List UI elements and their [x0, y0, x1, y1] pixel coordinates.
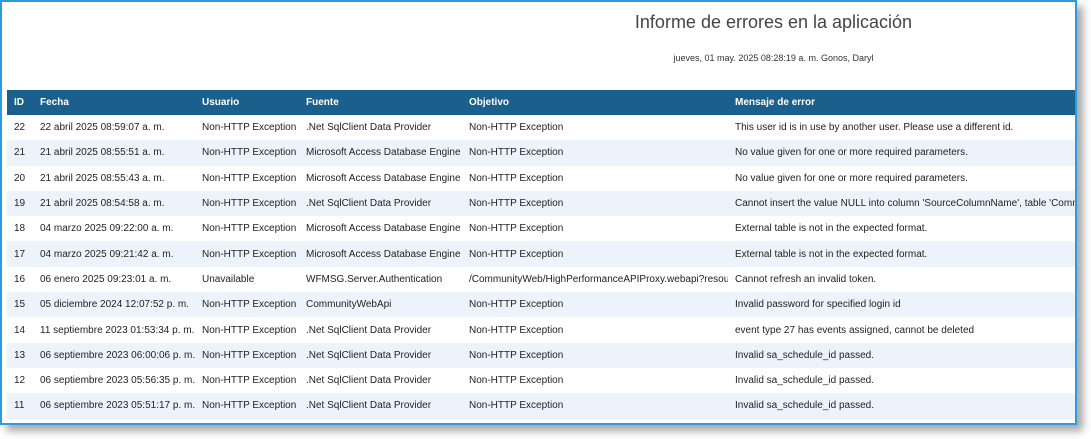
cell-objetivo: Non-HTTP Exception: [462, 115, 728, 141]
cell-fecha: 04 marzo 2025 09:22:00 a. m.: [33, 216, 195, 242]
cell-id: 19: [7, 190, 33, 217]
table-row[interactable]: 11 06 septiembre 2023 05:51:17 p. m. Non-H…: [7, 393, 1075, 419]
cell-mensaje: Invalid sa_schedule_id passed.: [728, 393, 1075, 419]
report-window: Informe de errores en la aplicación juev…: [0, 0, 1077, 425]
cell-id: 14: [7, 317, 33, 343]
cell-objetivo: Non-HTTP Exception: [462, 367, 728, 394]
cell-usuario: Non-HTTP Exception: [195, 165, 299, 191]
cell-fecha: 06 septiembre 2023 05:51:17 p. m.: [33, 393, 195, 419]
column-header-id[interactable]: ID: [7, 90, 33, 115]
table-row[interactable]: 17 04 marzo 2025 09:21:42 a. m. Non-HTTP E…: [7, 241, 1075, 267]
table-row[interactable]: 20 21 abril 2025 08:55:43 a. m. Non-HTTP E…: [7, 165, 1075, 191]
cell-objetivo: Non-HTTP Exception: [462, 241, 728, 267]
cell-mensaje: External table is not in the expected fo…: [728, 216, 1075, 242]
cell-mensaje: This user id is in use by another user. …: [728, 115, 1075, 141]
cell-id: 18: [7, 216, 33, 242]
cell-fecha: 11 septiembre 2023 01:53:34 p. m.: [33, 317, 195, 343]
table-row[interactable]: 19 21 abril 2025 08:54:58 a. m. Non-HTTP E…: [7, 190, 1075, 217]
column-header-usuario[interactable]: Usuario: [195, 90, 299, 115]
cell-id: 17: [7, 241, 33, 267]
cell-objetivo: Non-HTTP Exception: [462, 292, 728, 318]
cell-objetivo: Non-HTTP Exception: [462, 317, 728, 343]
cell-usuario: Non-HTTP Exception: [195, 115, 299, 141]
cell-fuente: Microsoft Access Database Engine: [299, 216, 462, 242]
cell-fecha: 22 abril 2025 08:59:07 a. m.: [33, 115, 195, 141]
cell-usuario: Non-HTTP Exception: [195, 393, 299, 419]
error-table-container: ID Fecha Usuario Fuente Objetivo Mensaje…: [7, 90, 1075, 419]
cell-fuente: .Net SqlClient Data Provider: [299, 190, 462, 217]
cell-fecha: 04 marzo 2025 09:21:42 a. m.: [33, 241, 195, 267]
table-row[interactable]: 13 06 septiembre 2023 06:00:06 p. m. Non-H…: [7, 342, 1075, 368]
cell-id: 21: [7, 140, 33, 166]
cell-fuente: .Net SqlClient Data Provider: [299, 342, 462, 368]
column-header-objetivo[interactable]: Objetivo: [462, 90, 728, 115]
cell-fecha: 21 abril 2025 08:54:58 a. m.: [33, 190, 195, 217]
cell-mensaje: Invalid sa_schedule_id passed.: [728, 367, 1075, 394]
cell-fecha: 06 septiembre 2023 06:00:06 p. m.: [33, 342, 195, 368]
cell-usuario: Non-HTTP Exception: [195, 190, 299, 217]
cell-usuario: Non-HTTP Exception: [195, 342, 299, 368]
cell-objetivo: /CommunityWeb/HighPerformanceAPIProxy.we…: [462, 266, 728, 293]
cell-objetivo: Non-HTTP Exception: [462, 140, 728, 166]
table-row[interactable]: 18 04 marzo 2025 09:22:00 a. m. Non-HTTP E…: [7, 216, 1075, 242]
table-row[interactable]: 12 06 septiembre 2023 05:56:35 p. m. Non-H…: [7, 367, 1075, 394]
error-table: ID Fecha Usuario Fuente Objetivo Mensaje…: [7, 90, 1075, 419]
cell-id: 13: [7, 342, 33, 368]
cell-usuario: Non-HTTP Exception: [195, 140, 299, 166]
cell-fuente: WFMSG.Server.Authentication: [299, 266, 462, 293]
cell-objetivo: Non-HTTP Exception: [462, 190, 728, 217]
report-subtitle: jueves, 01 may. 2025 08:28:19 a. m. Gono…: [673, 53, 874, 63]
cell-mensaje: Invalid sa_schedule_id passed.: [728, 342, 1075, 368]
cell-fuente: .Net SqlClient Data Provider: [299, 317, 462, 343]
cell-usuario: Non-HTTP Exception: [195, 292, 299, 318]
cell-id: 12: [7, 367, 33, 394]
cell-id: 20: [7, 165, 33, 191]
table-row[interactable]: 15 05 diciembre 2024 12:07:52 p. m. Non-HT…: [7, 292, 1075, 318]
table-body: 22 22 abril 2025 08:59:07 a. m. Non-HTTP E…: [7, 115, 1075, 419]
cell-id: 22: [7, 115, 33, 141]
report-title: Informe de errores en la aplicación: [634, 12, 913, 32]
cell-fuente: Microsoft Access Database Engine: [299, 140, 462, 166]
cell-mensaje: event type 27 has events assigned, canno…: [728, 317, 1075, 343]
cell-mensaje: Cannot refresh an invalid token.: [728, 266, 1075, 293]
column-header-fuente[interactable]: Fuente: [299, 90, 462, 115]
cell-usuario: Non-HTTP Exception: [195, 317, 299, 343]
cell-fecha: 06 enero 2025 09:23:01 a. m.: [33, 266, 195, 293]
table-row[interactable]: 22 22 abril 2025 08:59:07 a. m. Non-HTTP E…: [7, 115, 1075, 141]
table-header-row: ID Fecha Usuario Fuente Objetivo Mensaje…: [7, 90, 1075, 115]
cell-usuario: Unavailable: [195, 266, 299, 293]
cell-id: 15: [7, 292, 33, 318]
table-row[interactable]: 21 21 abril 2025 08:55:51 a. m. Non-HTTP E…: [7, 140, 1075, 166]
column-header-mensaje[interactable]: Mensaje de error: [728, 90, 1075, 115]
cell-mensaje: No value given for one or more required …: [728, 165, 1075, 191]
cell-objetivo: Non-HTTP Exception: [462, 216, 728, 242]
cell-usuario: Non-HTTP Exception: [195, 241, 299, 267]
table-row[interactable]: 16 06 enero 2025 09:23:01 a. m. Unavailabl…: [7, 266, 1075, 293]
cell-id: 11: [7, 393, 33, 419]
cell-fuente: Microsoft Access Database Engine: [299, 165, 462, 191]
column-header-fecha[interactable]: Fecha: [33, 90, 195, 115]
cell-mensaje: Invalid password for specified login id: [728, 292, 1075, 318]
cell-fuente: .Net SqlClient Data Provider: [299, 115, 462, 141]
cell-fecha: 05 diciembre 2024 12:07:52 p. m.: [33, 292, 195, 318]
cell-fuente: Microsoft Access Database Engine: [299, 241, 462, 267]
cell-mensaje: Cannot insert the value NULL into column…: [728, 190, 1075, 217]
cell-id: 16: [7, 266, 33, 293]
cell-fuente: .Net SqlClient Data Provider: [299, 367, 462, 394]
table-row[interactable]: 14 11 septiembre 2023 01:53:34 p. m. Non-H…: [7, 317, 1075, 343]
cell-fuente: CommunityWebApi: [299, 292, 462, 318]
cell-mensaje: External table is not in the expected fo…: [728, 241, 1075, 267]
cell-fecha: 21 abril 2025 08:55:51 a. m.: [33, 140, 195, 166]
cell-usuario: Non-HTTP Exception: [195, 367, 299, 394]
cell-fuente: .Net SqlClient Data Provider: [299, 393, 462, 419]
cell-fecha: 06 septiembre 2023 05:56:35 p. m.: [33, 367, 195, 394]
cell-mensaje: No value given for one or more required …: [728, 140, 1075, 166]
cell-objetivo: Non-HTTP Exception: [462, 165, 728, 191]
cell-fecha: 21 abril 2025 08:55:43 a. m.: [33, 165, 195, 191]
cell-usuario: Non-HTTP Exception: [195, 216, 299, 242]
cell-objetivo: Non-HTTP Exception: [462, 342, 728, 368]
cell-objetivo: Non-HTTP Exception: [462, 393, 728, 419]
